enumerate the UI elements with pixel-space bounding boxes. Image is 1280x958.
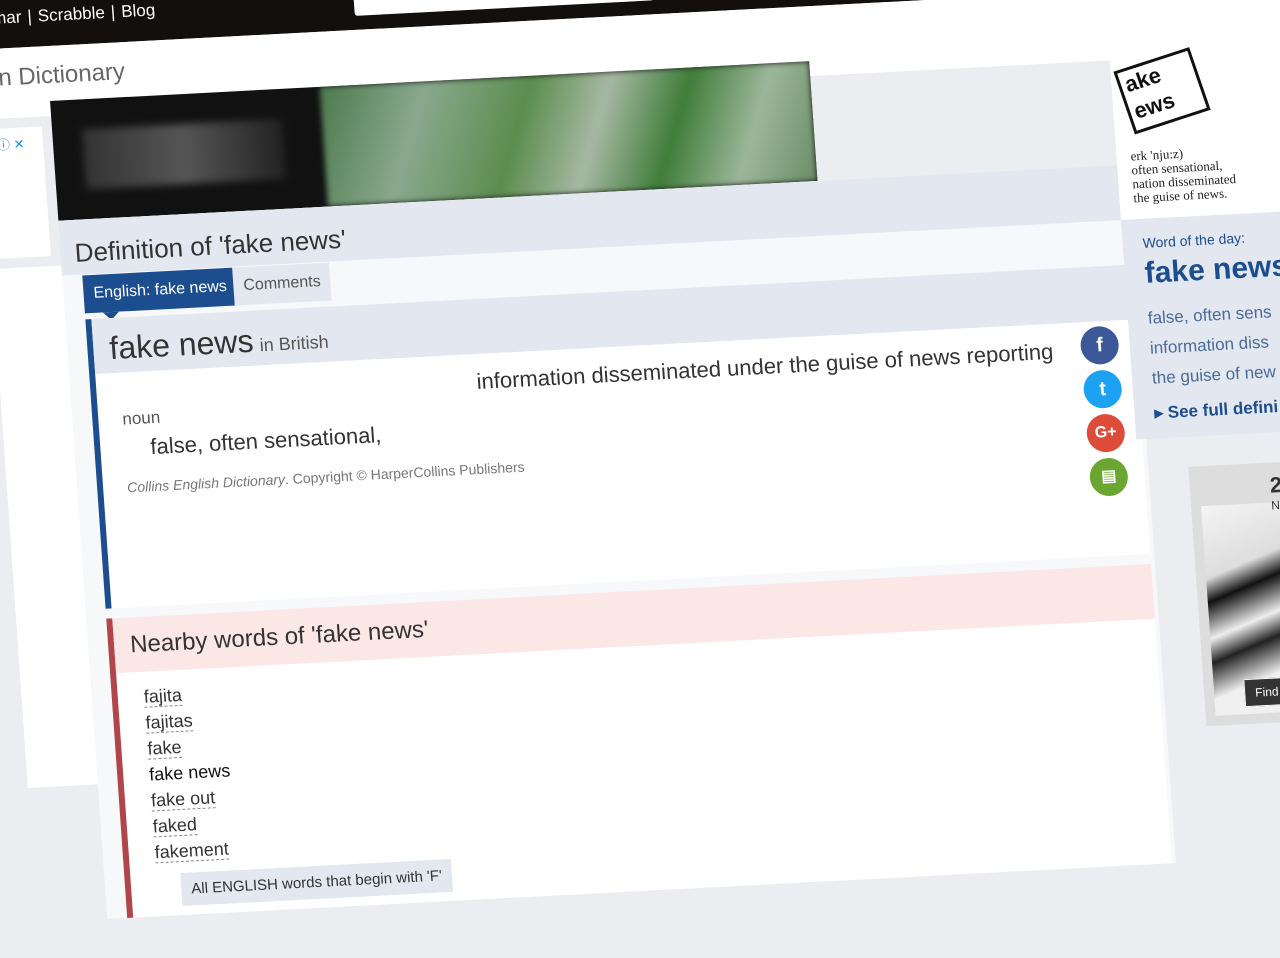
sidebar-ad[interactable]: 20 New York Find out more — [1188, 455, 1280, 727]
word-of-day-word[interactable]: fake news — [1144, 249, 1280, 290]
ad-find-out-more-button[interactable]: Find out more — [1243, 674, 1280, 708]
ad-logo: 20 — [1268, 471, 1280, 498]
nav-item-scrabble[interactable]: Scrabble — [37, 3, 105, 25]
copyright-source[interactable]: Collins English Dictionary — [127, 471, 286, 495]
nav-item-grammar[interactable]: mar — [0, 7, 22, 27]
word-of-day-box: Word of the day: fake news false, often … — [1120, 205, 1280, 440]
twitter-share-button[interactable]: t — [1082, 369, 1124, 410]
nearby-word-current: fake news — [148, 760, 231, 785]
all-words-link[interactable]: All ENGLISH words that begin with 'F' — [180, 858, 454, 907]
nearby-word[interactable]: fake — [146, 736, 183, 760]
fake-news-sign: ake ews — [1113, 47, 1211, 135]
nav-separator: | — [110, 2, 116, 22]
facebook-icon: f — [1095, 334, 1104, 357]
definition-text-2: false, often sensational, — [149, 422, 383, 460]
comment-button[interactable]: ▤ — [1088, 457, 1130, 497]
nav-separator: | — [26, 6, 33, 27]
banner-logo — [82, 118, 287, 190]
tab-comments[interactable]: Comments — [232, 262, 332, 306]
word-of-day-image[interactable]: ake ews erk 'nju:z) often sensational, n… — [1107, 16, 1280, 221]
word-of-day-image-caption: erk 'nju:z) often sensational, nation di… — [1129, 145, 1237, 206]
nearby-word[interactable]: fake out — [150, 787, 216, 812]
nearby-words-card: Nearby words of 'fake news' fajita fajit… — [106, 563, 1172, 918]
tab-english[interactable]: English: fake news — [82, 267, 239, 314]
google-plus-icon: G+ — [1094, 423, 1118, 442]
headword-text: fake news — [108, 322, 255, 367]
ad-city: New York — [1270, 496, 1280, 513]
main-content: Definition of 'fake news' English: fake … — [58, 164, 1176, 919]
entry-card: fake news in British information dissemin… — [85, 264, 1151, 609]
twitter-icon: t — [1098, 378, 1107, 401]
facebook-share-button[interactable]: f — [1079, 325, 1120, 366]
word-of-day-label: Word of the day: — [1142, 229, 1246, 251]
top-nav: mar | Scrabble | Blog — [0, 0, 156, 28]
nearby-word[interactable]: fakement — [154, 838, 230, 864]
nearby-word[interactable]: fajita — [143, 684, 183, 708]
site-title[interactable]: n Dictionary — [0, 58, 126, 93]
see-full-definition-link[interactable]: ▸ See full defini — [1154, 397, 1279, 423]
nearby-list: fajita fajitas fake fake news fake out f… — [143, 683, 237, 869]
nearby-word[interactable]: fajitas — [144, 710, 194, 734]
page-scene: mar | Scrabble | Blog n Dictionary ⓘ ✕ Defin… — [0, 0, 1280, 958]
nav-item-blog[interactable]: Blog — [121, 0, 156, 21]
comment-icon: ▤ — [1100, 467, 1117, 486]
adchoices-icon[interactable]: ⓘ ✕ — [0, 133, 25, 153]
definition-line-2: false, often sensational, — [150, 422, 383, 460]
part-of-speech: noun — [121, 407, 161, 429]
nearby-title: Nearby words of 'fake news' — [129, 615, 430, 659]
headword: fake news in British — [108, 319, 329, 367]
search-input[interactable] — [352, 0, 655, 16]
language-label: in British — [258, 331, 330, 356]
see-full-definition-text[interactable]: See full defini — [1167, 397, 1279, 422]
google-plus-share-button[interactable]: G+ — [1085, 413, 1127, 454]
nearby-word[interactable]: faked — [152, 814, 198, 838]
copyright-text: . Copyright © HarperCollins Publishers — [284, 458, 526, 488]
copyright: Collins English Dictionary. Copyright © … — [127, 459, 525, 496]
left-ad[interactable]: ⓘ ✕ — [0, 126, 51, 260]
word-of-day-definition: false, often sens information diss the g… — [1147, 302, 1277, 388]
list-item[interactable]: fakement — [154, 838, 237, 868]
page-title: Definition of 'fake news' — [73, 223, 347, 268]
